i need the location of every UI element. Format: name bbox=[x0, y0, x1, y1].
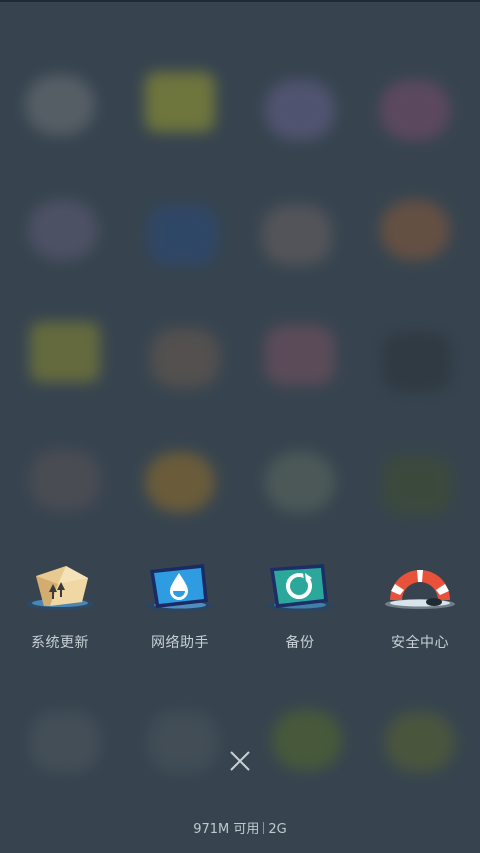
close-button[interactable] bbox=[225, 746, 255, 776]
blurred-app-icon bbox=[382, 455, 452, 515]
blurred-app-icon bbox=[30, 712, 100, 772]
close-icon bbox=[230, 751, 250, 771]
blurred-app-icon bbox=[382, 332, 452, 392]
blurred-app-icon bbox=[265, 325, 335, 385]
tool-label: 备份 bbox=[285, 635, 315, 651]
memory-available: 971M 可用 bbox=[193, 822, 260, 837]
tool-label: 系统更新 bbox=[31, 635, 89, 651]
backup-icon bbox=[262, 562, 338, 624]
blurred-app-icon bbox=[25, 75, 95, 135]
blurred-app-icon bbox=[28, 200, 98, 260]
lifebuoy-security-icon bbox=[382, 562, 458, 624]
blurred-app-icon bbox=[148, 205, 218, 265]
blurred-app-icon bbox=[145, 72, 215, 132]
blurred-app-icon bbox=[265, 452, 335, 512]
blurred-app-icon bbox=[380, 200, 450, 260]
status-bar-edge bbox=[0, 0, 480, 2]
blurred-app-icon bbox=[148, 712, 218, 772]
blurred-app-icon bbox=[385, 712, 455, 772]
memory-separator bbox=[263, 822, 265, 834]
blurred-app-icon bbox=[380, 80, 450, 140]
tools-row: 系统更新 网络助手 备份 安全中心 bbox=[0, 562, 480, 672]
tool-label: 安全中心 bbox=[391, 635, 449, 651]
memory-total: 2G bbox=[268, 822, 287, 837]
system-update-box-icon bbox=[22, 562, 98, 624]
blurred-app-icon bbox=[150, 328, 220, 388]
blurred-app-icon bbox=[262, 205, 332, 265]
blurred-app-icon bbox=[272, 710, 342, 770]
blurred-app-icon bbox=[30, 322, 100, 382]
blurred-app-icon bbox=[30, 450, 100, 510]
blurred-app-icon bbox=[145, 452, 215, 512]
memory-info: 971M 可用 2G bbox=[0, 818, 480, 837]
tool-label: 网络助手 bbox=[151, 635, 209, 651]
network-assistant-icon bbox=[142, 562, 218, 624]
blurred-app-icon bbox=[265, 80, 335, 140]
